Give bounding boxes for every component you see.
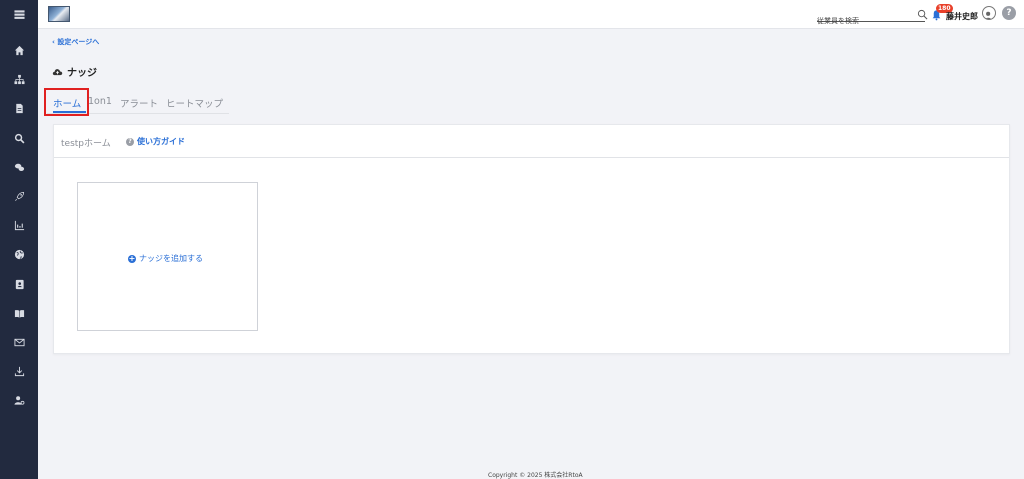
book-icon[interactable] — [0, 302, 38, 324]
page-title: ナッジ — [52, 64, 97, 79]
tab-heatmap[interactable]: ヒートマップ — [166, 96, 223, 110]
back-to-settings-link[interactable]: ‹ 設定ページへ — [52, 37, 99, 47]
card-header: testpホーム ? 使い方ガイド — [54, 125, 1009, 158]
user-avatar-icon — [984, 11, 992, 19]
add-nudge-label: ナッジを追加する — [139, 254, 203, 263]
avatar[interactable] — [982, 6, 996, 20]
help-icon[interactable]: ? — [1002, 6, 1016, 20]
user-settings-icon[interactable] — [0, 389, 38, 411]
page-title-text: ナッジ — [67, 68, 97, 79]
back-link-label: 設定ページへ — [57, 38, 100, 46]
app-logo[interactable] — [48, 6, 70, 22]
nudge-cloud-icon — [52, 69, 63, 76]
chat-icon[interactable] — [0, 156, 38, 178]
chart-icon[interactable] — [0, 214, 38, 236]
menu-icon[interactable] — [0, 3, 38, 25]
usage-guide-link[interactable]: ? 使い方ガイド — [126, 136, 185, 147]
sidebar — [0, 0, 38, 479]
card-home-label: testpホーム — [61, 139, 111, 149]
add-nudge-button[interactable]: + ナッジを追加する — [128, 253, 203, 264]
usage-guide-label: 使い方ガイド — [137, 137, 185, 146]
highlight-annotation — [44, 88, 89, 116]
rocket-icon[interactable] — [0, 185, 38, 207]
org-chart-icon[interactable] — [0, 68, 38, 90]
document-icon[interactable] — [0, 97, 38, 119]
footer-copyright: Copyright © 2025 株式会社RtoA — [488, 472, 583, 479]
top-header: 180 藤井史郎 ? — [38, 0, 1024, 29]
mail-icon[interactable] — [0, 331, 38, 353]
search-icon[interactable] — [917, 9, 928, 20]
home-icon[interactable] — [0, 39, 38, 61]
employee-search — [817, 8, 925, 27]
search-icon[interactable] — [0, 127, 38, 149]
tab-1on1[interactable]: 1on1 — [88, 96, 112, 107]
nudge-card: testpホーム ? 使い方ガイド + ナッジを追加する — [53, 124, 1010, 354]
add-nudge-tile[interactable]: + ナッジを追加する — [77, 182, 258, 331]
download-icon[interactable] — [0, 360, 38, 382]
contacts-icon[interactable] — [0, 273, 38, 295]
user-name[interactable]: 藤井史郎 — [946, 11, 978, 22]
tab-alert[interactable]: アラート — [120, 96, 158, 110]
employee-search-input[interactable] — [817, 15, 911, 27]
question-icon: ? — [126, 137, 134, 146]
plus-circle-icon: + — [128, 253, 136, 263]
globe-icon[interactable] — [0, 243, 38, 265]
